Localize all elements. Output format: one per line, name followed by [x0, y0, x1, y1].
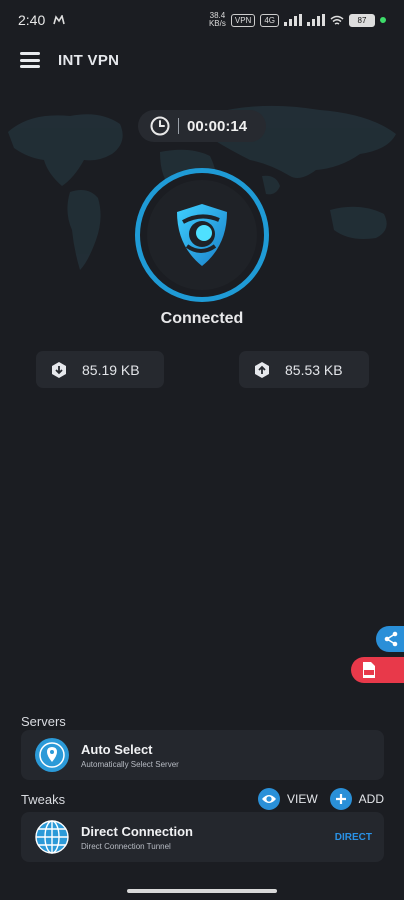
timer-value: 00:00:14 — [187, 117, 248, 135]
view-label: VIEW — [286, 792, 318, 806]
connect-button-inner — [147, 180, 257, 290]
vpn-badge: VPN — [230, 13, 256, 27]
pdf-icon — [363, 662, 375, 678]
menu-icon[interactable] — [20, 52, 40, 68]
server-title: Auto Select — [81, 741, 153, 757]
sim-badge: 4G — [260, 13, 279, 27]
status-bar: 2:40 38.4 KB/s VPN 4G 87 — [0, 0, 404, 40]
pdf-button[interactable] — [351, 657, 404, 683]
server-select-card[interactable]: Auto Select Automatically Select Server — [21, 730, 384, 780]
share-icon — [384, 631, 398, 647]
battery-indicator: 87 — [349, 13, 375, 27]
wifi-icon — [330, 15, 344, 25]
server-card-text: Auto Select Automatically Select Server — [81, 742, 179, 769]
add-label: ADD — [358, 792, 384, 806]
connection-status: Connected — [160, 310, 244, 327]
shield-logo-icon — [177, 204, 227, 266]
download-value: 85.19 KB — [82, 361, 140, 378]
app-title: INT VPN — [58, 51, 120, 69]
signal-icon-2 — [307, 14, 325, 26]
tweak-card-text: Direct Connection Direct Connection Tunn… — [81, 824, 193, 851]
view-button[interactable]: VIEW — [257, 788, 318, 810]
privacy-dot — [380, 17, 386, 23]
timer-separator — [178, 118, 179, 134]
tweak-title: Direct Connection — [81, 823, 193, 839]
upload-stat: 85.53 KB — [239, 351, 369, 388]
signal-icon — [284, 14, 302, 26]
status-left: 2:40 — [18, 12, 66, 28]
servers-label: Servers — [21, 714, 66, 729]
server-subtitle: Automatically Select Server — [81, 759, 179, 769]
connection-timer: 00:00:14 — [138, 110, 266, 142]
home-indicator[interactable] — [127, 889, 277, 893]
download-icon — [50, 361, 68, 379]
upload-icon — [253, 361, 271, 379]
tweak-subtitle: Direct Connection Tunnel — [81, 841, 171, 851]
status-time: 2:40 — [18, 12, 46, 28]
connect-button[interactable] — [135, 168, 269, 302]
app-bar: INT VPN — [0, 40, 404, 80]
clock-icon — [150, 116, 170, 136]
net-speed-unit: KB/s — [208, 19, 226, 28]
tweak-select-card[interactable]: Direct Connection Direct Connection Tunn… — [21, 812, 384, 862]
eye-icon — [257, 788, 280, 810]
location-pin-icon — [35, 738, 69, 772]
notification-icon — [53, 15, 66, 25]
plus-icon — [329, 788, 352, 810]
direct-tag: DIRECT — [334, 831, 372, 843]
globe-icon — [35, 820, 69, 854]
tweaks-actions: VIEW ADD — [257, 788, 384, 810]
status-right: 38.4 KB/s VPN 4G 87 — [209, 12, 386, 28]
add-button[interactable]: ADD — [329, 788, 384, 810]
net-speed: 38.4 KB/s — [209, 12, 226, 28]
upload-value: 85.53 KB — [285, 361, 343, 378]
tweaks-label: Tweaks — [21, 792, 66, 807]
download-stat: 85.19 KB — [36, 351, 164, 388]
share-button[interactable] — [376, 626, 404, 652]
